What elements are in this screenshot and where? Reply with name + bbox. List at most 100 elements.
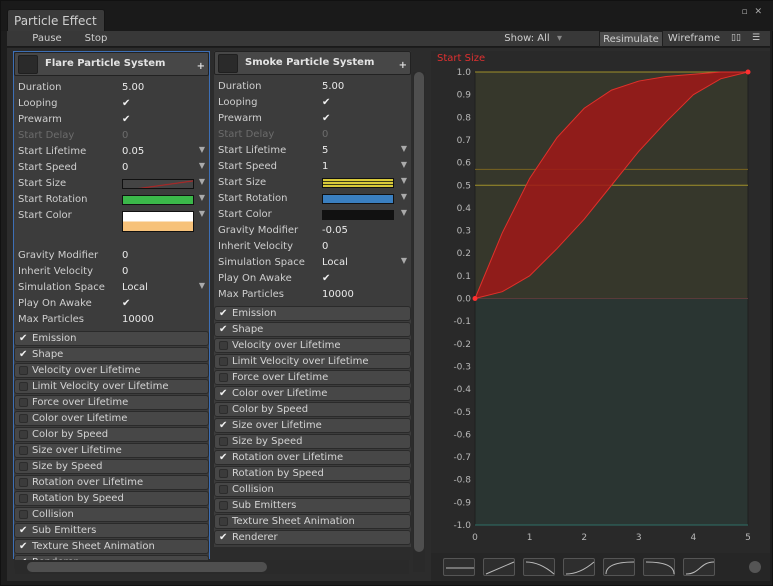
module-row[interactable]: Limit Velocity over Lifetime xyxy=(214,354,411,369)
close-icon[interactable]: ✕ xyxy=(754,7,764,17)
module-row[interactable]: Velocity over Lifetime xyxy=(214,338,411,353)
checkbox[interactable] xyxy=(19,382,28,391)
dropdown-arrow-icon[interactable]: ▼ xyxy=(401,160,407,169)
horizontal-scrollbar[interactable] xyxy=(15,560,409,574)
property-row[interactable]: Duration 5.00 xyxy=(214,79,411,95)
check-icon[interactable]: ✔ xyxy=(122,298,130,309)
checkbox[interactable] xyxy=(19,414,28,423)
dropdown-arrow-icon[interactable]: ▼ xyxy=(199,161,205,170)
module-row[interactable]: Rotation over Lifetime xyxy=(14,475,209,490)
module-row[interactable]: ✔Renderer xyxy=(214,530,411,545)
preset-options-icon[interactable] xyxy=(749,561,761,573)
module-row[interactable]: ✔ Color over Lifetime xyxy=(214,386,411,401)
property-row[interactable]: Start Rotation ▼ xyxy=(14,192,209,208)
check-icon[interactable]: ✔ xyxy=(322,113,330,124)
checkbox[interactable] xyxy=(219,469,228,478)
checkbox[interactable] xyxy=(19,446,28,455)
dropdown-arrow-icon[interactable]: ▼ xyxy=(401,176,407,185)
module-row[interactable]: Force over Lifetime xyxy=(14,395,209,410)
checkbox[interactable] xyxy=(19,494,28,503)
resimulate-button[interactable]: Resimulate xyxy=(599,31,663,47)
property-row[interactable]: Play On Awake ✔ xyxy=(214,271,411,287)
color-swatch[interactable] xyxy=(322,178,394,188)
property-row[interactable]: Start Size ▼ xyxy=(14,176,209,192)
dropdown-arrow-icon[interactable]: ▼ xyxy=(199,145,205,154)
module-row[interactable]: Size by Speed xyxy=(14,459,209,474)
check-icon[interactable]: ✔ xyxy=(219,420,229,431)
module-row[interactable]: Velocity over Lifetime xyxy=(14,363,209,378)
module-row[interactable]: ✔ Emission xyxy=(214,306,411,321)
checkbox[interactable] xyxy=(219,341,228,350)
property-row[interactable]: Start Color ▼ xyxy=(14,208,209,236)
property-value[interactable]: 0 xyxy=(122,266,128,277)
show-dropdown[interactable]: Show: All xyxy=(501,31,553,47)
module-row[interactable]: Color by Speed xyxy=(14,427,209,442)
property-row[interactable]: Duration 5.00 xyxy=(14,80,209,96)
module-row[interactable]: Texture Sheet Animation xyxy=(214,514,411,529)
check-icon[interactable]: ✔ xyxy=(19,525,29,536)
module-row[interactable]: Color by Speed xyxy=(214,402,411,417)
property-row[interactable]: Gravity Modifier 0 xyxy=(14,248,209,264)
checkbox[interactable] xyxy=(219,485,228,494)
list-icon[interactable]: ☰ xyxy=(749,31,763,47)
property-row[interactable]: Prewarm ✔ xyxy=(214,111,411,127)
property-row[interactable]: Start Size ▼ xyxy=(214,175,411,191)
property-value[interactable]: -0.05 xyxy=(322,225,348,236)
module-row[interactable]: Sub Emitters xyxy=(214,498,411,513)
window-tab[interactable]: Particle Effect xyxy=(7,9,105,31)
module-row[interactable]: Size by Speed xyxy=(214,434,411,449)
checkbox[interactable] xyxy=(219,373,228,382)
property-value[interactable]: 5 xyxy=(322,145,328,156)
property-value[interactable]: 5.00 xyxy=(322,81,344,92)
module-row[interactable]: Force over Lifetime xyxy=(214,370,411,385)
check-icon[interactable]: ✔ xyxy=(219,324,229,335)
check-icon[interactable]: ✔ xyxy=(322,97,330,108)
vertical-scrollbar[interactable] xyxy=(413,72,425,572)
curve-preset-button[interactable] xyxy=(603,558,635,576)
curve-preset-button[interactable] xyxy=(643,558,675,576)
property-row[interactable]: Inherit Velocity 0 xyxy=(214,239,411,255)
property-row[interactable]: Simulation Space Local ▼ xyxy=(14,280,209,296)
property-row[interactable]: Inherit Velocity 0 xyxy=(14,264,209,280)
vertical-scroll-thumb[interactable] xyxy=(414,72,424,552)
checkbox[interactable] xyxy=(219,517,228,526)
check-icon[interactable]: ✔ xyxy=(19,349,29,360)
module-row[interactable]: Rotation by Speed xyxy=(214,466,411,481)
curve-preset-button[interactable] xyxy=(523,558,555,576)
dropdown-arrow-icon[interactable]: ▼ xyxy=(199,193,205,202)
module-row[interactable]: ✔ Emission xyxy=(14,331,209,346)
color-swatch[interactable] xyxy=(322,194,394,204)
pause-button[interactable]: Pause xyxy=(25,31,69,47)
dropdown-arrow-icon[interactable]: ▼ xyxy=(199,281,205,290)
module-row[interactable]: Collision xyxy=(214,482,411,497)
curve-swatch[interactable] xyxy=(122,179,194,189)
property-value[interactable]: 0 xyxy=(322,241,328,252)
add-module-icon[interactable]: + xyxy=(197,61,205,72)
module-row[interactable]: Rotation by Speed xyxy=(14,491,209,506)
module-row[interactable]: ✔ Shape xyxy=(214,322,411,337)
checkbox[interactable] xyxy=(219,357,228,366)
dropdown-arrow-icon[interactable]: ▼ xyxy=(401,256,407,265)
panel-header[interactable]: Flare Particle System + xyxy=(14,52,209,76)
checkbox[interactable] xyxy=(219,437,228,446)
module-row[interactable]: ✔ Texture Sheet Animation xyxy=(14,539,209,554)
property-row[interactable]: Max Particles 10000 xyxy=(214,287,411,303)
dropdown-arrow-icon[interactable]: ▼ xyxy=(401,192,407,201)
check-icon[interactable]: ✔ xyxy=(122,98,130,109)
dropdown-arrow-icon[interactable]: ▼ xyxy=(401,208,407,217)
gradient-swatch[interactable] xyxy=(122,211,194,232)
window-controls[interactable]: ▫ ✕ xyxy=(741,7,764,17)
dropdown-arrow-icon[interactable]: ▼ xyxy=(199,177,205,186)
checkbox[interactable] xyxy=(19,430,28,439)
property-value[interactable]: 0 xyxy=(122,250,128,261)
curve-preset-button[interactable] xyxy=(443,558,475,576)
dropdown-arrow-icon[interactable]: ▼ xyxy=(401,144,407,153)
property-row[interactable]: Looping ✔ xyxy=(14,96,209,112)
property-row[interactable]: Simulation Space Local ▼ xyxy=(214,255,411,271)
property-row[interactable]: Start Rotation ▼ xyxy=(214,191,411,207)
check-icon[interactable]: ✔ xyxy=(19,333,29,344)
module-row[interactable]: Limit Velocity over Lifetime xyxy=(14,379,209,394)
panel-header[interactable]: Smoke Particle System + xyxy=(214,51,411,75)
property-value[interactable]: 0 xyxy=(122,162,128,173)
property-value[interactable]: 10000 xyxy=(322,289,354,300)
